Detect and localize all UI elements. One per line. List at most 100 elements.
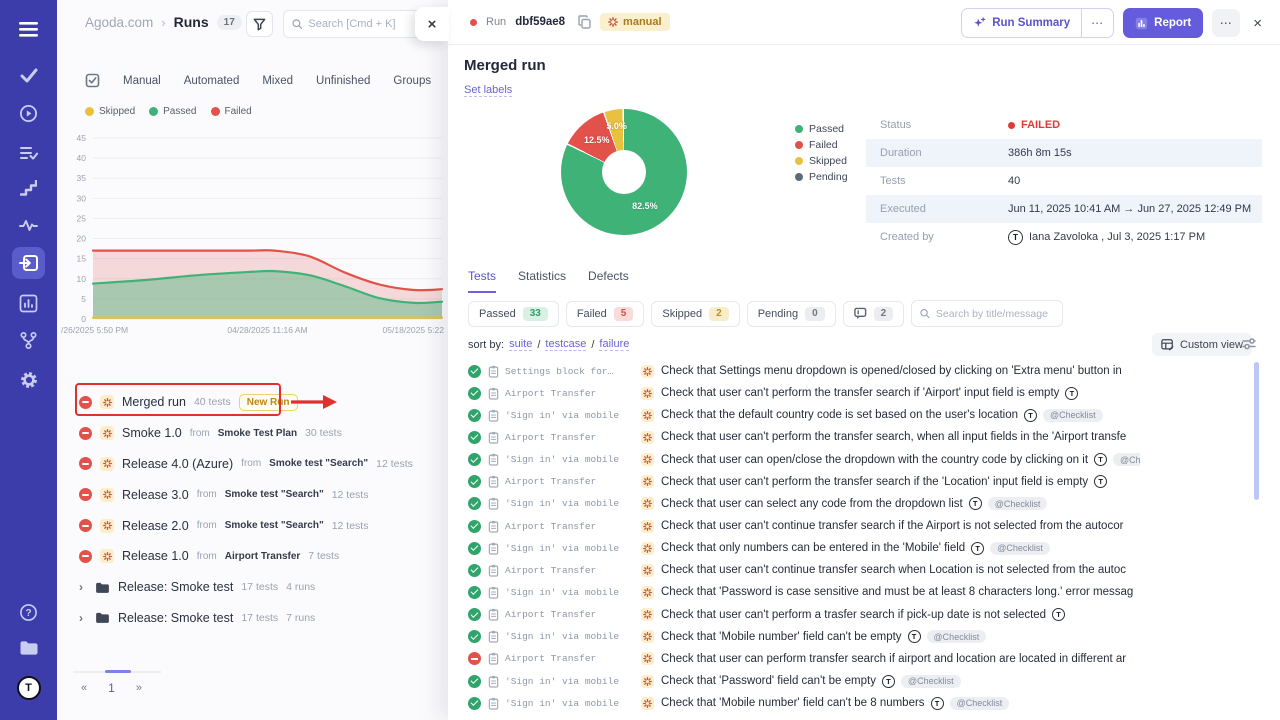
set-labels-link[interactable]: Set labels (464, 84, 512, 97)
run-list-item[interactable]: › Release: Smoke test 17 tests 7 runs (57, 603, 448, 634)
milestones-steps-icon[interactable] (12, 172, 45, 204)
status-filter-chip[interactable]: Skipped 2 (651, 301, 739, 327)
test-row[interactable]: 'Sign in' via mobile Check that 'Passwor… (448, 670, 1280, 692)
details-tab[interactable]: Defects (588, 269, 629, 293)
plan-name: Smoke test "Search" (269, 458, 368, 469)
breadcrumb-project[interactable]: Agoda.com (85, 15, 153, 30)
from-label: from (190, 428, 210, 439)
suite-name: 'Sign in' via mobile (505, 698, 631, 709)
close-icon[interactable]: × (1249, 15, 1266, 32)
copy-icon[interactable] (578, 15, 591, 29)
report-button[interactable]: Report (1123, 8, 1203, 38)
run-list-item[interactable]: Release 2.0 from Smoke test "Search" 12 … (57, 510, 448, 541)
test-row[interactable]: 'Sign in' via mobile Check that user can… (448, 493, 1280, 515)
tests-search[interactable] (911, 300, 1063, 327)
traceability-branch-icon[interactable] (12, 324, 45, 356)
test-row[interactable]: 'Sign in' via mobile Check that 'Mobile … (448, 692, 1280, 714)
manual-spinner-icon (100, 488, 114, 502)
pagination-next[interactable]: » (136, 682, 142, 694)
summary-row: Status FAILED (866, 111, 1262, 139)
test-row[interactable]: Airport Transfer Check that user can't p… (448, 426, 1280, 448)
user-avatar[interactable]: T (12, 672, 45, 704)
manual-spinner-icon (100, 457, 114, 471)
chevron-right-icon[interactable]: › (79, 580, 87, 594)
donut-percent-label: 12.5% (584, 135, 610, 145)
tab-automated[interactable]: Automated (184, 75, 240, 87)
test-row[interactable]: Airport Transfer Check that user can't c… (448, 559, 1280, 581)
status-filter-chips: Passed 33 Failed 5 Skipped 2 Pen (468, 300, 1063, 327)
test-row[interactable]: 'Sign in' via mobile Check that the defa… (448, 404, 1280, 426)
status-filter-chip[interactable]: 2 (843, 301, 905, 327)
reports-bar-chart-icon[interactable] (12, 287, 45, 319)
run-list-item[interactable]: Release 4.0 (Azure) from Smoke test "Sea… (57, 449, 448, 480)
run-summary-more-button[interactable]: ⋯ (1081, 9, 1113, 37)
test-row[interactable]: Settings block for… Check that Settings … (448, 360, 1280, 382)
run-list-item[interactable]: › Release: Smoke test 17 tests 4 runs (57, 572, 448, 603)
tab-manual[interactable]: Manual (123, 75, 161, 87)
runs-play-icon[interactable] (12, 97, 45, 129)
runs-search-input[interactable] (308, 18, 414, 30)
sort-by-failure[interactable]: failure (599, 338, 629, 351)
settings-gear-icon[interactable] (12, 364, 45, 396)
drawer-close-button[interactable]: × (415, 7, 449, 41)
test-row[interactable]: 'Sign in' via mobile Check that user can… (448, 449, 1280, 471)
scrollbar-thumb[interactable] (1254, 362, 1259, 500)
manual-spinner-icon (641, 475, 654, 488)
menu-icon[interactable] (12, 13, 45, 45)
test-row[interactable]: 'Sign in' via mobile Check that only num… (448, 537, 1280, 559)
sort-by-suite[interactable]: suite (509, 338, 532, 351)
tests-search-input[interactable] (936, 308, 1054, 320)
details-tab[interactable]: Statistics (518, 269, 566, 293)
status-filter-chip[interactable]: Failed 5 (566, 301, 645, 327)
more-actions-button[interactable]: ⋯ (1212, 9, 1240, 37)
select-all-icon[interactable] (85, 73, 100, 88)
details-tab[interactable]: Tests (468, 269, 496, 293)
filter-button[interactable] (246, 11, 273, 37)
test-row[interactable]: 'Sign in' via mobile Check that 'Passwor… (448, 581, 1280, 603)
test-row[interactable]: Airport Transfer Check that user can't p… (448, 382, 1280, 404)
custom-view-button[interactable]: Custom view (1152, 333, 1252, 356)
test-status-icon (468, 564, 481, 577)
pagination: « 1 » (81, 681, 142, 695)
assignee-avatar: T (1052, 608, 1065, 621)
tab-groups[interactable]: Groups (393, 75, 431, 87)
test-status-icon (468, 431, 481, 444)
chevron-right-icon[interactable]: › (79, 611, 87, 625)
status-filter-chip[interactable]: Pending 0 (747, 301, 836, 327)
manual-spinner-icon (100, 426, 114, 440)
runs-search[interactable] (283, 10, 423, 38)
run-summary-table: Status FAILED Duration 386h 8m 15s Tests (866, 111, 1262, 251)
plans-list-icon[interactable] (12, 137, 45, 169)
legend-item: Pending (795, 169, 848, 185)
tests-check-icon[interactable] (12, 59, 45, 91)
run-list-item[interactable]: Release 3.0 from Smoke test "Search" 12 … (57, 479, 448, 510)
clipboard-icon (488, 431, 499, 444)
pagination-prev[interactable]: « (81, 682, 87, 694)
tab-unfinished[interactable]: Unfinished (316, 75, 370, 87)
test-row[interactable]: Airport Transfer Check that user can per… (448, 648, 1280, 670)
pagination-page-1[interactable]: 1 (108, 681, 115, 695)
help-icon[interactable]: ? (12, 596, 45, 628)
tab-mixed[interactable]: Mixed (262, 75, 293, 87)
run-summary-button[interactable]: Run Summary ⋯ (961, 8, 1114, 38)
projects-folder-icon[interactable] (12, 631, 45, 663)
test-row[interactable]: Airport Transfer Check that user can't p… (448, 471, 1280, 493)
test-row[interactable]: 'Sign in' via mobile Check that 'Mobile … (448, 626, 1280, 648)
run-list-item[interactable]: Release 1.0 from Airport Transfer 7 test… (57, 541, 448, 572)
run-enter-icon[interactable] (12, 247, 45, 279)
sort-by-testcase[interactable]: testcase (545, 338, 586, 351)
runs-page: Agoda.com › Runs 17 Manual Automated Mix… (57, 0, 448, 720)
test-row[interactable]: Airport Transfer Check that user can't c… (448, 515, 1280, 537)
assignee-avatar: T (971, 542, 984, 555)
svg-text:40: 40 (77, 153, 87, 163)
from-label: from (197, 489, 217, 500)
sliders-icon[interactable] (1242, 337, 1257, 350)
assignee-avatar: T (1024, 409, 1037, 422)
run-list-item[interactable]: Merged run 40 tests New Run (57, 387, 448, 418)
test-row[interactable]: Airport Transfer Check that user can't p… (448, 604, 1280, 626)
run-list-item[interactable]: Smoke 1.0 from Smoke Test Plan 30 tests (57, 418, 448, 449)
assignee-avatar: T (882, 675, 895, 688)
defects-pulse-icon[interactable] (12, 209, 45, 241)
app-nav-rail: ? T (0, 0, 57, 720)
status-filter-chip[interactable]: Passed 33 (468, 301, 559, 327)
